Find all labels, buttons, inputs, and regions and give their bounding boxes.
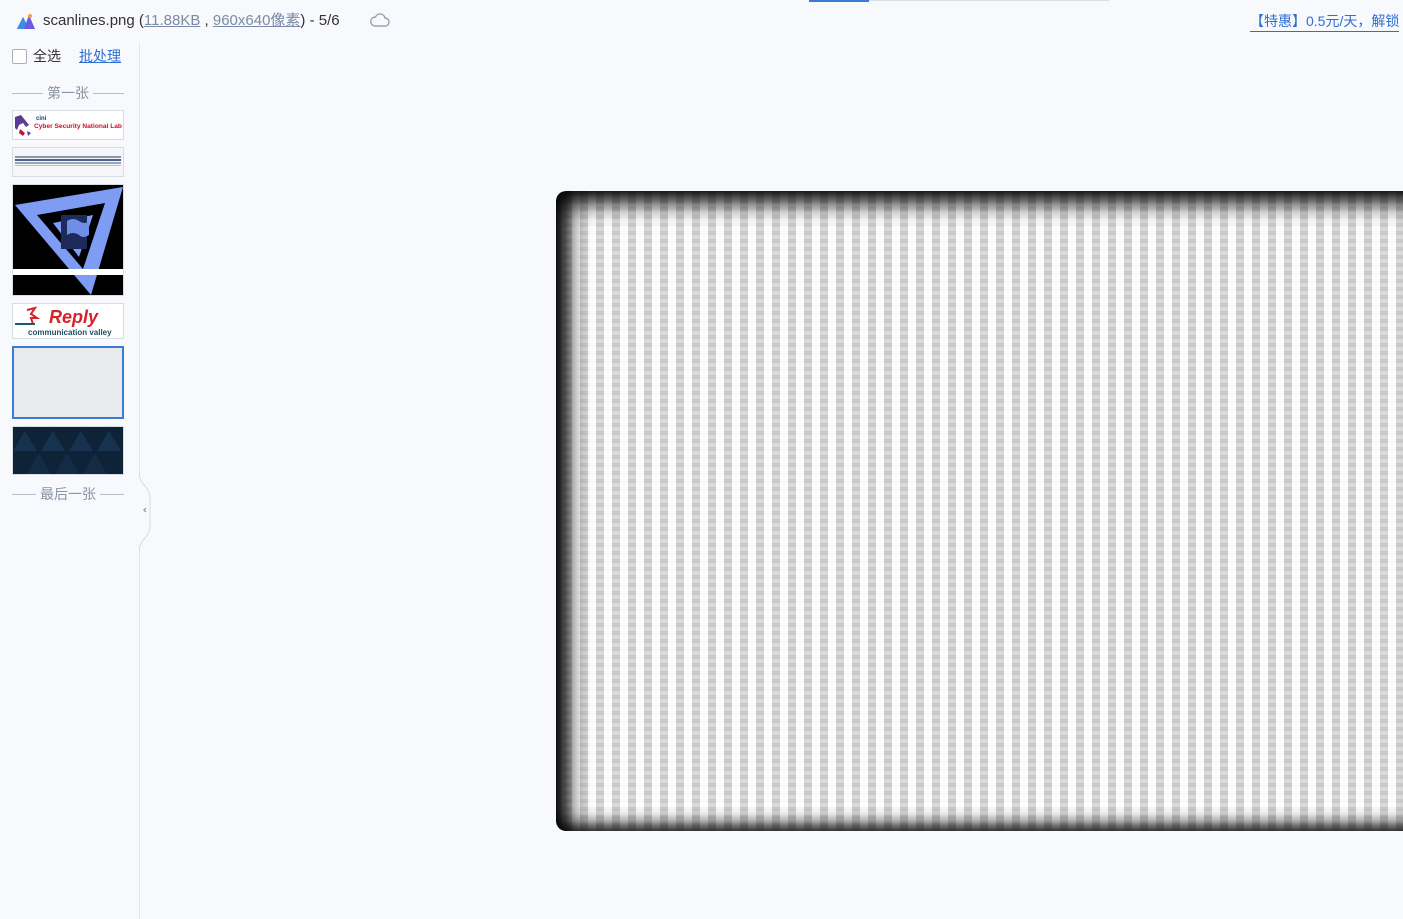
- first-image-divider[interactable]: 第一张: [12, 83, 124, 103]
- thumbnail-3[interactable]: [12, 184, 124, 296]
- cloud-icon[interactable]: [370, 12, 390, 28]
- thumbnail-4-caption: Reply: [49, 307, 99, 327]
- thumbnail-4[interactable]: Reply communication valley: [12, 303, 124, 339]
- thumbnail-5-image: [14, 348, 122, 417]
- file-size-link[interactable]: 11.88KB: [144, 12, 200, 29]
- active-tab-indicator: [809, 0, 869, 2]
- select-row: 全选 批处理: [12, 46, 121, 66]
- thumbnail-1-caption: Cyber Security National Lab: [34, 123, 122, 130]
- last-image-label: 最后一张: [40, 486, 96, 502]
- dimensions-link[interactable]: 960x640像素: [213, 12, 301, 29]
- select-all-checkbox[interactable]: [12, 48, 27, 64]
- thumbnail-3-image: [13, 185, 123, 295]
- title-open-paren: (: [134, 12, 144, 29]
- thumbnail-6-image: [13, 427, 123, 474]
- first-image-label: 第一张: [47, 85, 89, 101]
- divider-line: [12, 493, 36, 495]
- file-title: scanlines.png (11.88KB , 960x640像素) - 5/…: [43, 11, 340, 31]
- image-position: ) - 5/6: [300, 12, 340, 29]
- image-viewer: [140, 42, 1403, 919]
- thumbnail-4-subcaption: communication valley: [28, 328, 112, 337]
- promo-link[interactable]: 【特惠】0.5元/天，解锁: [1250, 11, 1400, 32]
- last-image-divider[interactable]: 最后一张: [12, 484, 124, 504]
- thumbnail-1[interactable]: cini Cyber Security National Lab: [12, 110, 124, 140]
- thumbnail-1-image: cini Cyber Security National Lab: [13, 111, 123, 139]
- preview-image[interactable]: [556, 191, 1403, 831]
- app-logo-icon: [17, 14, 35, 29]
- thumbnail-5-selected[interactable]: [12, 346, 124, 419]
- thumbnail-4-image: Reply communication valley: [13, 304, 123, 338]
- thumbnail-2[interactable]: [12, 147, 124, 177]
- divider-line: [12, 92, 43, 94]
- file-name: scanlines.png: [43, 12, 135, 29]
- batch-process-link[interactable]: 批处理: [79, 46, 121, 66]
- thumbnail-sidebar: 全选 批处理 第一张 cini Cyber Security National …: [0, 42, 140, 919]
- thumbnail-2-image: [13, 148, 123, 176]
- thumbnail-1-small-caption: cini: [36, 116, 47, 122]
- tab-track: [869, 0, 1109, 1]
- thumbnail-6[interactable]: [12, 426, 124, 475]
- select-all-label[interactable]: 全选: [33, 46, 61, 66]
- title-separator: ,: [200, 12, 213, 29]
- top-bar: scanlines.png (11.88KB , 960x640像素) - 5/…: [0, 0, 1403, 42]
- divider-line: [100, 493, 124, 495]
- divider-line: [93, 92, 124, 94]
